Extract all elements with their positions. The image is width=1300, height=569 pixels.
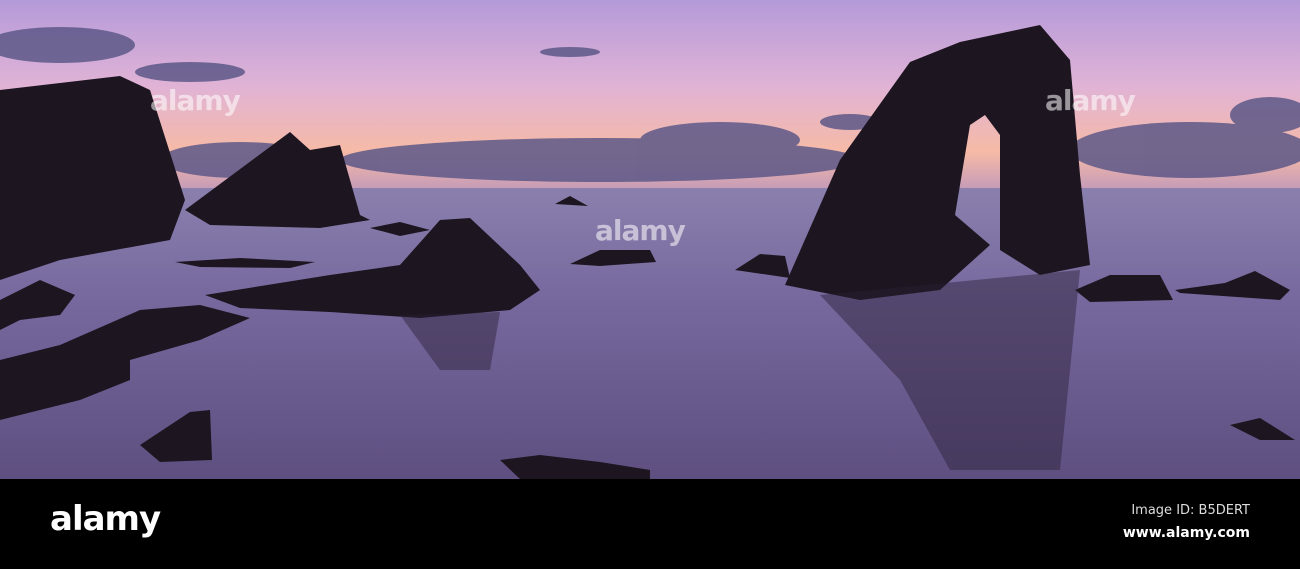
- watermark: alamy: [595, 214, 686, 247]
- footer-bar: alamy Image ID: B5DERT www.alamy.com: [0, 479, 1300, 569]
- watermark: alamy: [1045, 84, 1136, 117]
- watermark: alamy: [150, 84, 241, 117]
- alamy-logo: alamy: [50, 499, 161, 539]
- image-id: Image ID: B5DERT: [1131, 503, 1250, 518]
- site-url: www.alamy.com: [1122, 525, 1250, 541]
